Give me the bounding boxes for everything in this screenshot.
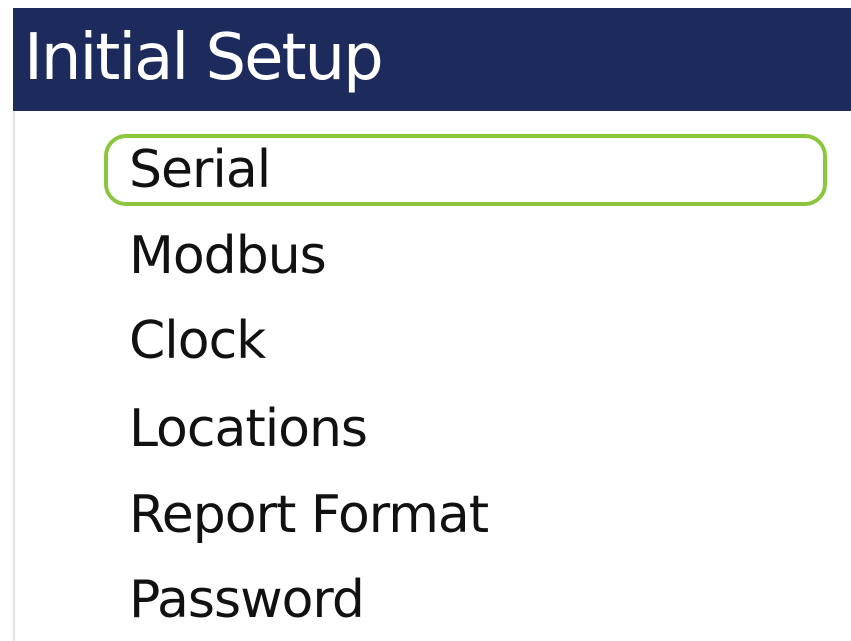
menu-item-modbus[interactable]: Modbus — [104, 222, 827, 294]
menu-item-password[interactable]: Password — [104, 566, 827, 638]
menu-item-serial[interactable]: Serial — [104, 134, 827, 206]
menu-item-report-format[interactable]: Report Format — [104, 481, 827, 553]
initial-setup-screen: Initial Setup Serial Modbus Clock Locati… — [0, 0, 851, 641]
menu-item-clock[interactable]: Clock — [104, 307, 827, 379]
setup-menu: Serial Modbus Clock Locations Report For… — [0, 0, 851, 641]
menu-item-locations[interactable]: Locations — [104, 395, 827, 467]
